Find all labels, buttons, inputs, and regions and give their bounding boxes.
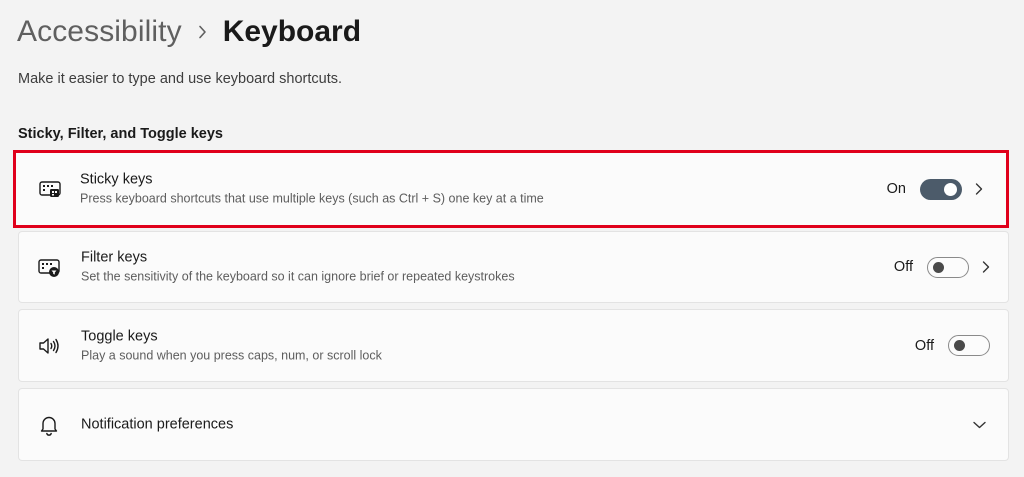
sticky-keys-setting[interactable]: Sticky keys Press keyboard shortcuts tha… (13, 150, 1009, 228)
page-subtitle: Make it easier to type and use keyboard … (18, 71, 343, 87)
toggle-state-label: On (886, 181, 906, 197)
sticky-keys-icon (38, 177, 62, 201)
toggle-knob (933, 261, 944, 273)
sticky-keys-toggle[interactable] (920, 178, 962, 200)
chevron-right-icon[interactable] (962, 169, 996, 209)
setting-title: Toggle keys (81, 328, 158, 344)
breadcrumb-separator-icon (198, 25, 207, 39)
settings-page: Accessibility Keyboard Make it easier to… (0, 0, 1024, 477)
bell-icon (37, 413, 61, 437)
setting-description: Set the sensitivity of the keyboard so i… (81, 269, 515, 284)
chevron-right-icon[interactable] (969, 247, 1003, 287)
toggle-keys-setting[interactable]: Toggle keys Play a sound when you press … (18, 309, 1009, 382)
notification-preferences-setting[interactable]: Notification preferences (18, 388, 1009, 461)
toggle-state-label: Off (893, 259, 913, 275)
setting-description: Play a sound when you press caps, num, o… (81, 348, 382, 362)
chevron-down-icon[interactable] (962, 405, 996, 445)
setting-description: Press keyboard shortcuts that use multip… (80, 191, 544, 206)
toggle-knob (954, 340, 965, 351)
toggle-keys-toggle[interactable] (948, 335, 990, 356)
section-title: Sticky, Filter, and Toggle keys (18, 126, 223, 142)
filter-keys-setting[interactable]: Filter keys Set the sensitivity of the k… (18, 231, 1009, 303)
setting-title: Notification preferences (81, 416, 234, 432)
breadcrumb-accessibility[interactable]: Accessibility (17, 15, 182, 49)
toggle-knob (944, 182, 957, 196)
setting-title: Sticky keys (80, 171, 153, 188)
toggle-state-label: Off (914, 337, 934, 354)
breadcrumb: Accessibility Keyboard (17, 10, 361, 54)
filter-keys-toggle[interactable] (927, 256, 969, 278)
setting-title: Filter keys (81, 249, 148, 266)
speaker-icon (37, 334, 61, 358)
page-title: Keyboard (222, 15, 362, 48)
filter-keys-icon (37, 255, 61, 279)
